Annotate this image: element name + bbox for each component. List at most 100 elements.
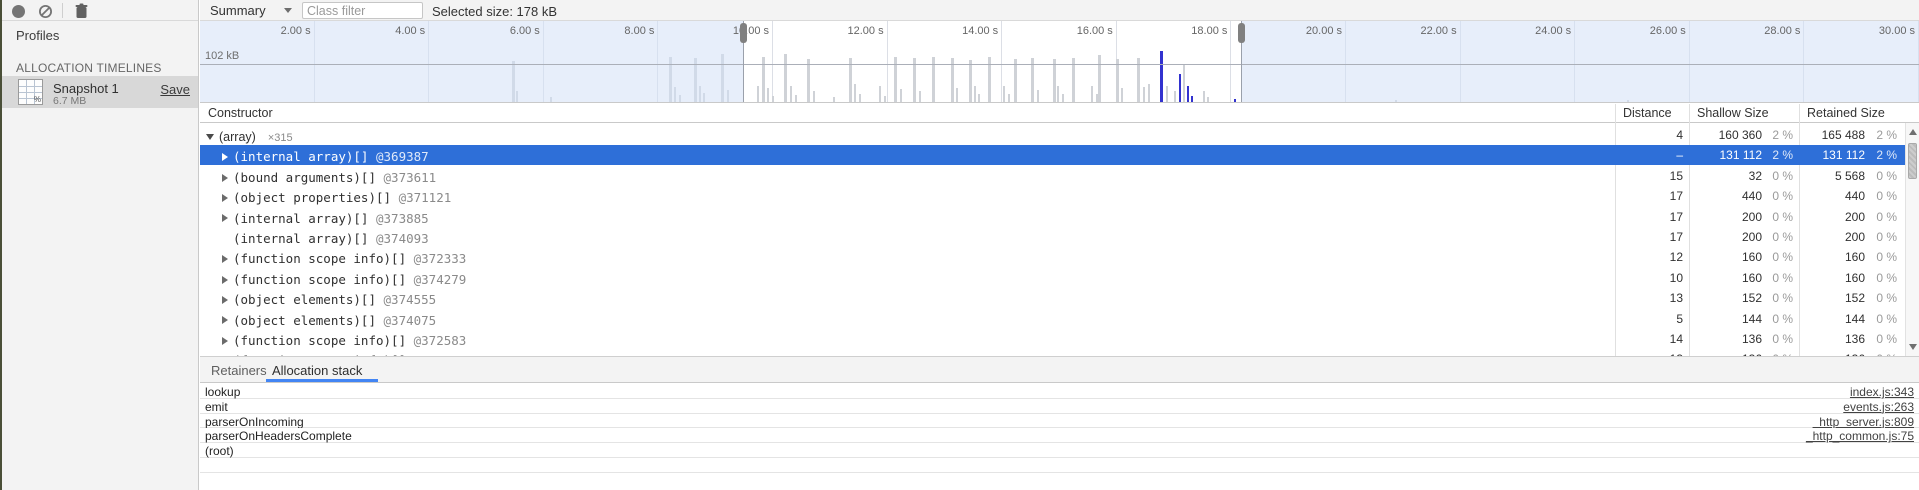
table-row[interactable]: (function scope info)[] @372333121600 %1… [200, 247, 1905, 267]
table-row[interactable]: (array)×3154160 3602 %165 4882 % [200, 125, 1905, 145]
allocation-bar [1203, 91, 1205, 103]
table-row[interactable]: (internal array)[] @373885172000 %2000 % [200, 207, 1905, 227]
timeline-dim-right [1241, 21, 1919, 103]
timeline-tick-label: 26.00 s [1650, 25, 1686, 37]
allocation-bar [956, 88, 958, 103]
expand-icon[interactable] [222, 194, 228, 202]
timeline-tick-label: 30.00 s [1879, 25, 1915, 37]
allocation-bar [1057, 86, 1059, 103]
column-header-distance[interactable]: Distance [1623, 106, 1672, 120]
stack-frame-row[interactable]: (root) [200, 443, 1919, 458]
object-id: @372583 [406, 333, 466, 348]
stack-frame-row[interactable]: parserOnHeadersComplete_http_common.js:7… [200, 428, 1919, 443]
sidebar-item-snapshot-1[interactable]: % Snapshot 1 6.7 MB Save [2, 76, 198, 108]
expand-icon[interactable] [222, 337, 228, 345]
trash-icon[interactable] [74, 3, 89, 19]
object-id: @371121 [391, 190, 451, 205]
class-filter-input[interactable] [302, 2, 423, 19]
constructor-cell: (bound arguments)[] @373611 [200, 166, 1615, 186]
constructor-name: (internal array)[] [233, 149, 368, 164]
stack-function-name: lookup [205, 385, 240, 399]
retained-size-percent: 0 % [1865, 291, 1901, 305]
constructor-name: (object elements)[] [233, 313, 376, 328]
shallow-size-percent: 2 % [1762, 148, 1795, 162]
source-location-link[interactable]: _http_server.js:809 [1813, 415, 1914, 429]
shallow-size-percent: 0 % [1762, 250, 1795, 264]
save-link[interactable]: Save [160, 82, 190, 97]
timeline-tick-label: 18.00 s [1191, 25, 1227, 37]
stack-frame-row[interactable]: emit events.js:263 [200, 399, 1919, 414]
expand-icon[interactable] [222, 153, 228, 161]
scroll-down-icon[interactable] [1909, 344, 1917, 350]
expand-icon[interactable] [222, 255, 228, 263]
expand-icon[interactable] [222, 316, 228, 324]
retained-size-cell: 144 [1799, 312, 1865, 326]
retained-size-cell: 136 [1799, 332, 1865, 346]
allocation-bar [772, 96, 774, 103]
constructor-cell: (function scope info)[] @373101 [200, 349, 1615, 356]
record-icon[interactable] [12, 5, 25, 18]
allocation-bar [1008, 94, 1010, 103]
collapse-icon[interactable] [206, 134, 214, 140]
allocation-timeline-overview[interactable]: 2.00 s4.00 s6.00 s8.00 s10.00 s12.00 s14… [200, 21, 1919, 103]
stack-frame-row[interactable]: parserOnIncoming _http_server.js:809 [200, 414, 1919, 429]
retained-size-percent: 0 % [1865, 230, 1901, 244]
expand-icon[interactable] [222, 174, 228, 182]
devtools-memory-panel: Profiles ALLOCATION TIMELINES % Snapshot… [0, 0, 1919, 490]
timeline-tick-label: 20.00 s [1306, 25, 1342, 37]
allocation-bar [1207, 97, 1209, 103]
object-id: @373611 [376, 170, 436, 185]
column-header-shallow-size[interactable]: Shallow Size [1697, 106, 1769, 120]
table-row[interactable]: (internal array)[] @374093172000 %2000 % [200, 227, 1905, 247]
table-row[interactable]: (bound arguments)[] @37361115320 %5 5680… [200, 166, 1905, 186]
table-row[interactable]: (object properties)[] @371121174400 %440… [200, 186, 1905, 206]
allocation-bar [900, 89, 902, 103]
distance-cell: 17 [1615, 230, 1683, 244]
shallow-size-cell: 136 [1689, 332, 1762, 346]
block-icon[interactable] [38, 4, 53, 19]
retained-size-cell: 200 [1799, 230, 1865, 244]
source-location-link[interactable]: index.js:343 [1850, 385, 1914, 399]
allocation-bar [1166, 86, 1168, 103]
allocation-bar [1148, 84, 1150, 103]
stack-frame-row[interactable]: lookup index.js:343 [200, 384, 1919, 399]
object-id: @369387 [368, 149, 428, 164]
expand-icon[interactable] [222, 296, 228, 304]
timeline-tick-label: 24.00 s [1535, 25, 1571, 37]
shallow-size-cell: 440 [1689, 189, 1762, 203]
vertical-scrollbar[interactable] [1905, 123, 1919, 356]
selection-handle-right[interactable] [1238, 23, 1245, 43]
constructor-cell: (internal array)[] @369387 [200, 145, 1615, 165]
column-header-constructor[interactable]: Constructor [208, 106, 273, 120]
allocation-bar [784, 54, 787, 103]
scrollbar-thumb[interactable] [1908, 143, 1917, 179]
table-row[interactable]: (object elements)[] @374555131520 %1520 … [200, 288, 1905, 308]
table-row[interactable]: (internal array)[] @369387–131 1122 %131… [200, 145, 1905, 165]
expand-icon[interactable] [222, 214, 228, 222]
table-row[interactable]: (object elements)[] @37407551440 %1440 % [200, 309, 1905, 329]
distance-cell: 14 [1615, 332, 1683, 346]
selection-handle-left[interactable] [740, 23, 747, 43]
constructor-cell: (object elements)[] @374555 [200, 288, 1615, 308]
perspective-select[interactable]: Summary [210, 3, 266, 18]
stack-function-name: parserOnIncoming [205, 415, 304, 429]
tab-allocation-stack[interactable]: Allocation stack [272, 363, 362, 378]
timeline-tick-label: 8.00 s [624, 25, 654, 37]
source-location-link[interactable]: _http_common.js:75 [1806, 429, 1914, 443]
scroll-up-icon[interactable] [1909, 129, 1917, 135]
column-header-retained-size[interactable]: Retained Size [1807, 106, 1885, 120]
tab-retainers[interactable]: Retainers [211, 363, 267, 378]
expand-icon[interactable] [222, 276, 228, 284]
timeline-gridline [1230, 21, 1231, 103]
stack-function-name: emit [205, 400, 228, 414]
heap-table-header: Constructor Distance Shallow Size Retain… [200, 104, 1919, 123]
table-row[interactable]: (function scope info)[] @373101131360 %1… [200, 349, 1905, 356]
stack-empty-row [200, 458, 1919, 473]
source-location-link[interactable]: events.js:263 [1843, 400, 1914, 414]
allocation-bar [854, 84, 856, 103]
instance-count: ×315 [268, 132, 293, 144]
chevron-down-icon[interactable] [284, 8, 292, 13]
table-row[interactable]: (function scope info)[] @372583141360 %1… [200, 329, 1905, 349]
allocation-bar [879, 86, 881, 103]
table-row[interactable]: (function scope info)[] @374279101600 %1… [200, 268, 1905, 288]
